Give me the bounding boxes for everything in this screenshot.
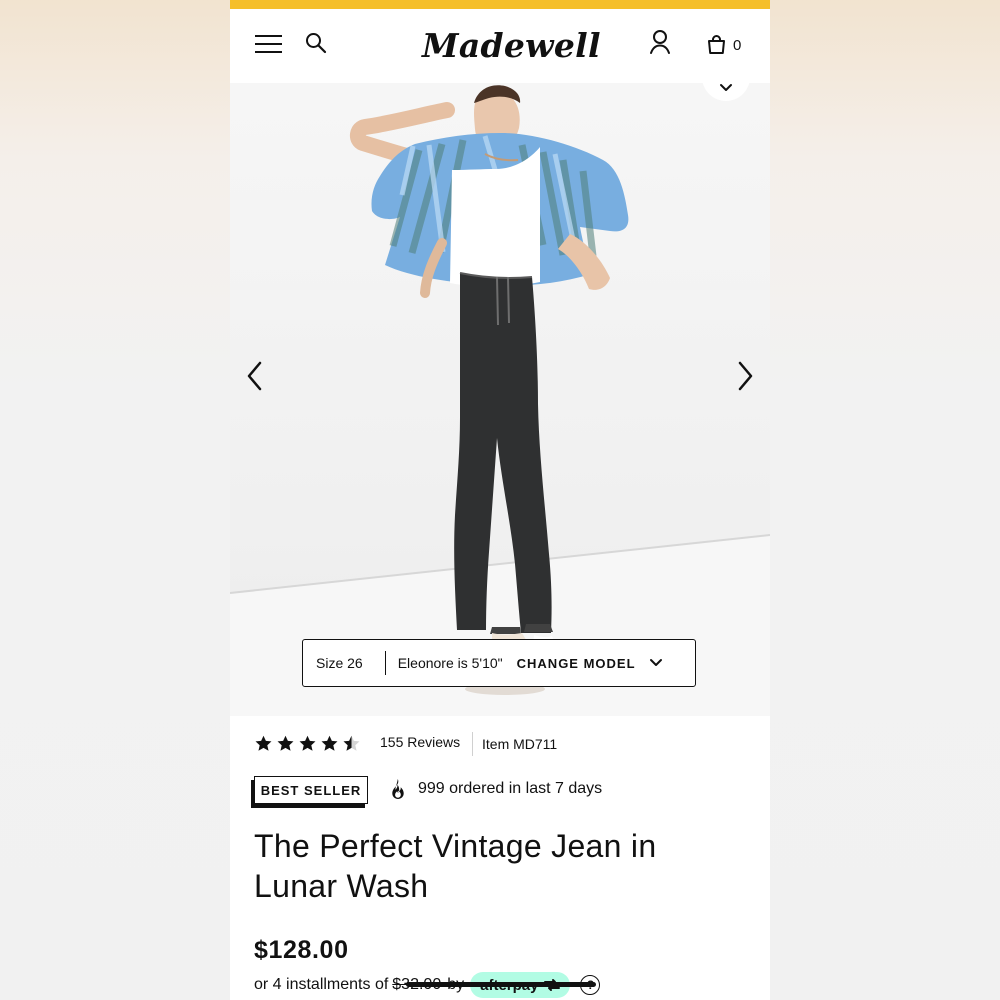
reviews-link[interactable]: 155 Reviews [380,734,460,750]
shopping-bag-icon[interactable] [706,33,727,56]
product-page: Madewell 0 Size 26 Eleonore is 5'10" CHA… [230,0,770,1000]
star-icon [277,735,294,751]
item-number: Item MD711 [482,736,558,752]
home-indicator [406,982,596,987]
size-divider [384,651,386,675]
model-height: Eleonore is 5'10" [397,655,503,671]
brand-logo[interactable]: Madewell [422,25,601,67]
star-icon [255,735,272,751]
info-divider [472,732,473,756]
site-header: Madewell 0 [230,9,770,83]
hamburger-icon[interactable] [255,34,282,54]
best-seller-badge: BEST SELLER [251,776,368,808]
promo-bar [230,0,770,9]
installments-prefix: or 4 installments of [254,976,389,993]
user-icon[interactable] [648,29,672,55]
change-model-button[interactable]: CHANGE MODEL [517,656,636,671]
product-price: $128.00 [254,936,349,964]
left-blur-background [0,0,230,1000]
half-star-icon [343,735,360,751]
product-title: The Perfect Vintage Jean in Lunar Wash [254,828,657,904]
star-icon [321,735,338,751]
chevron-down-icon [720,84,732,91]
change-model-bar[interactable]: Size 26 Eleonore is 5'10" CHANGE MODEL [302,639,696,687]
chevron-left-icon[interactable] [242,357,270,395]
chevron-down-icon [649,659,662,666]
badge-label: BEST SELLER [254,776,368,804]
product-info: 155 Reviews Item MD711 BEST SELLER 999 o… [230,716,770,1000]
fire-icon [392,779,404,799]
product-image-carousel[interactable]: Size 26 Eleonore is 5'10" CHANGE MODEL [230,83,770,716]
bag-count: 0 [733,37,742,54]
chevron-right-icon[interactable] [730,357,758,395]
size-label: Size 26 [316,655,363,671]
rating-stars[interactable] [254,734,361,753]
ordered-count: 999 ordered in last 7 days [418,780,603,797]
right-blur-background [770,0,1000,1000]
product-photo [230,85,770,716]
star-icon [299,735,316,751]
search-icon[interactable] [304,31,328,55]
